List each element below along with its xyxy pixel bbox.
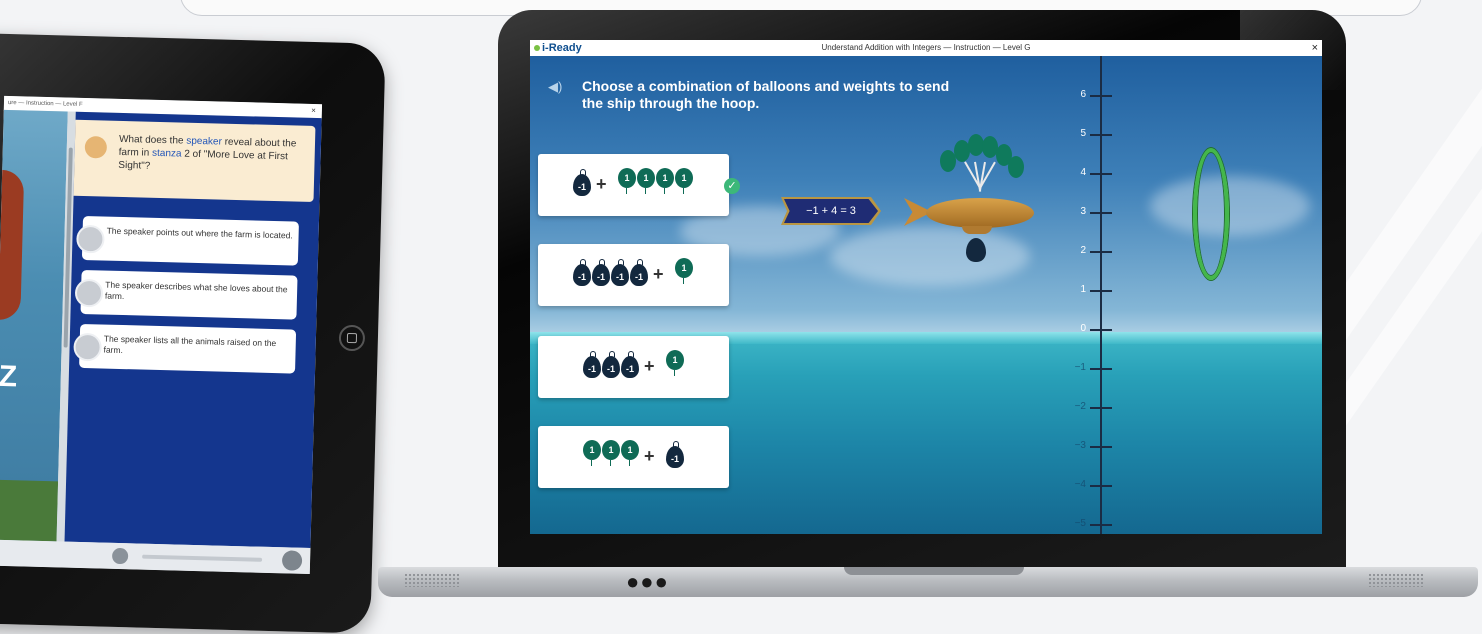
- number-line-tick: [1090, 95, 1112, 97]
- illustration-rock: [0, 169, 25, 321]
- number-line-label: −4: [1074, 479, 1086, 490]
- number-line-tick: [1090, 173, 1112, 175]
- menu-icon[interactable]: [111, 547, 129, 565]
- number-line-tick: [1090, 134, 1112, 136]
- weight-icon: -1: [611, 259, 629, 286]
- airship-balloon: [1008, 156, 1024, 178]
- answer-option[interactable]: The speaker lists all the animals raised…: [73, 323, 297, 374]
- balloon-icon: 1: [621, 440, 639, 466]
- number-line-label: −5: [1074, 518, 1086, 529]
- airship: [904, 132, 1064, 272]
- pause-icon[interactable]: [281, 550, 303, 571]
- balloon-icon: 1: [666, 350, 684, 376]
- weight-icon: -1: [573, 259, 591, 286]
- tablet-answer-pane: What does the speaker reveal about the f…: [64, 111, 322, 549]
- audio-progress-track[interactable]: [142, 554, 263, 562]
- balloon-icon: 1: [583, 440, 601, 466]
- weight-icon: -1: [630, 259, 648, 286]
- number-line-tick: [1090, 407, 1112, 409]
- balloon-icon: 1: [602, 440, 620, 466]
- airship-weight: [966, 238, 986, 262]
- balloon-icon: 1: [637, 168, 655, 194]
- number-line-tick: [1090, 446, 1112, 448]
- airship-hull: [926, 198, 1034, 228]
- answer-speaker-icon[interactable]: [76, 224, 105, 254]
- combination-card[interactable]: 1 1 1 + -1: [538, 426, 729, 488]
- number-line-label: −2: [1074, 401, 1086, 412]
- number-line-tick: [1090, 212, 1112, 214]
- weight-icon: -1: [666, 441, 684, 468]
- number-line-label: 4: [1080, 167, 1086, 178]
- answer-option[interactable]: The speaker points out where the farm is…: [76, 215, 299, 266]
- combination-card[interactable]: -1 -1 -1 +1: [538, 336, 729, 398]
- number-line-label: 5: [1080, 128, 1086, 139]
- laptop-indicator-dots: ●●●: [626, 569, 669, 594]
- weight-icon: -1: [573, 169, 591, 196]
- airship-gondola: [962, 226, 992, 234]
- balloon-icon: 1: [675, 168, 693, 194]
- answer-option[interactable]: The speaker describes what she loves abo…: [74, 269, 298, 320]
- combination-card[interactable]: -1 -1 -1 -1 +1: [538, 244, 729, 306]
- tablet-screen: ure — Instruction — Level F × Z What doe…: [0, 95, 323, 575]
- plus-sign: +: [644, 356, 655, 376]
- equation-label: −1 + 4 = 3: [784, 199, 878, 223]
- hoop: [1193, 148, 1229, 280]
- answer-option-text: The speaker describes what she loves abo…: [104, 279, 288, 302]
- number-line-tick: [1090, 329, 1112, 331]
- answer-speaker-icon[interactable]: [73, 332, 102, 362]
- speaker-grill: [404, 573, 460, 587]
- weight-icon: -1: [621, 351, 639, 378]
- number-line-tick: [1090, 290, 1112, 292]
- tablet-home-button[interactable]: [338, 324, 366, 352]
- number-line-label: 3: [1080, 206, 1086, 217]
- speaker-icon[interactable]: ◀): [548, 79, 564, 94]
- laptop-base: [378, 567, 1478, 597]
- balloon-icon: 1: [675, 258, 693, 284]
- lesson-title: Understand Addition with Integers — Inst…: [821, 43, 1031, 52]
- tablet-device: ure — Instruction — Level F × Z What doe…: [0, 32, 386, 634]
- tablet-question-text: What does the speaker reveal about the f…: [118, 133, 297, 172]
- close-button[interactable]: ×: [1312, 40, 1318, 56]
- balloon-icon: 1: [656, 168, 674, 194]
- question-text: Choose a combination of balloons and wei…: [582, 78, 950, 111]
- number-line-label: 2: [1080, 245, 1086, 256]
- illustration-hill: [0, 479, 59, 542]
- answer-option-text: The speaker points out where the farm is…: [106, 225, 293, 241]
- weight-icon: -1: [592, 259, 610, 286]
- laptop-screen: i-Ready Understand Addition with Integer…: [530, 40, 1322, 534]
- tablet-close-button[interactable]: ×: [311, 104, 316, 118]
- illustration-letter: Z: [0, 359, 18, 394]
- number-line-tick: [1090, 524, 1112, 526]
- weight-icon: -1: [602, 351, 620, 378]
- combination-card[interactable]: -1 +1 1 1 1: [538, 154, 729, 216]
- answer-speaker-icon[interactable]: [74, 278, 104, 308]
- plus-sign: +: [644, 446, 655, 466]
- number-line-tick: [1090, 251, 1112, 253]
- number-line-label: −3: [1074, 440, 1086, 451]
- weight-icon: -1: [583, 351, 601, 378]
- tablet-window-title: ure — Instruction — Level F: [7, 99, 83, 108]
- number-line-label: −1: [1074, 362, 1086, 373]
- number-line-label: 1: [1080, 284, 1086, 295]
- answer-option-text: The speaker lists all the animals raised…: [103, 333, 277, 356]
- app-titlebar: i-Ready Understand Addition with Integer…: [530, 40, 1322, 57]
- tablet-question-box: What does the speaker reveal about the f…: [73, 119, 316, 202]
- balloon-icon: 1: [618, 168, 636, 194]
- check-icon: ✓: [724, 178, 740, 194]
- number-line-tick: [1090, 368, 1112, 370]
- number-line-label: 6: [1080, 89, 1086, 100]
- speaker-grill: [1368, 573, 1424, 587]
- laptop-notch: [844, 567, 1024, 575]
- number-line-tick: [1090, 485, 1112, 487]
- question-speaker-icon[interactable]: [84, 135, 108, 159]
- number-line-label: 0: [1080, 323, 1086, 334]
- number-line-axis: [1100, 56, 1102, 534]
- plus-sign: +: [596, 174, 607, 194]
- plus-sign: +: [653, 264, 664, 284]
